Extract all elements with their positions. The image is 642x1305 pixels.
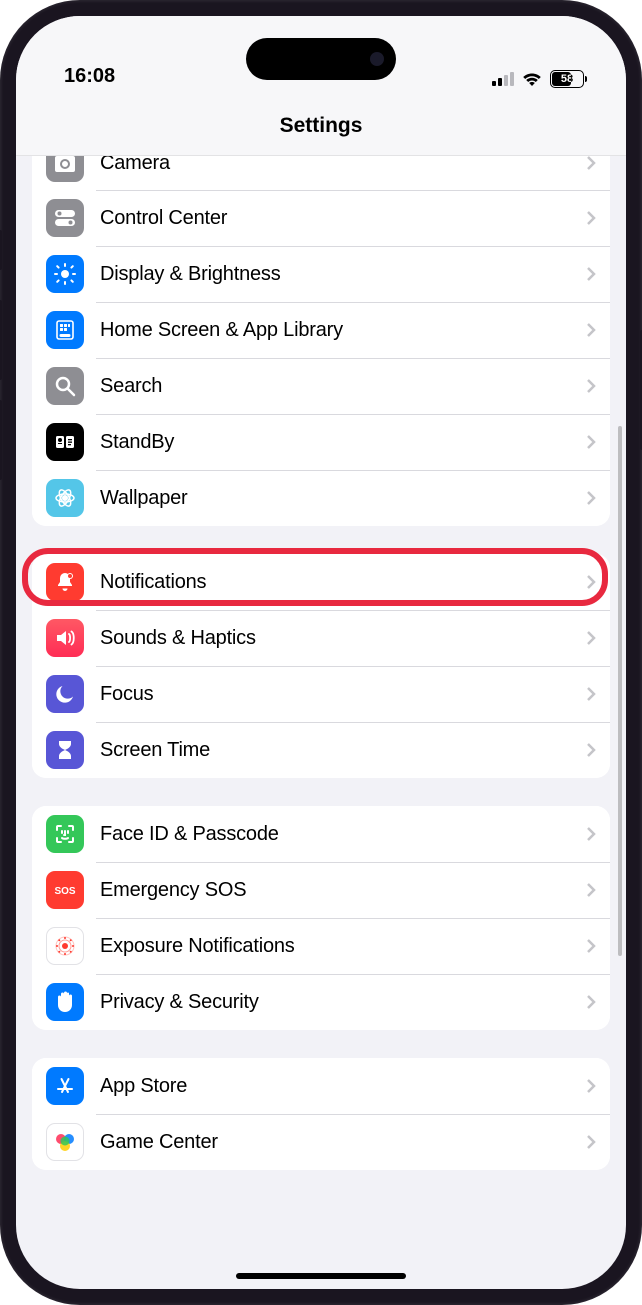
settings-row-app-store[interactable]: App Store bbox=[32, 1058, 610, 1114]
settings-section: Face ID & Passcode Emergency SOS Exposure … bbox=[32, 806, 610, 1030]
speaker-icon bbox=[46, 619, 84, 657]
chevron-right-icon bbox=[586, 686, 596, 702]
page-title: Settings bbox=[280, 114, 363, 138]
row-label: Home Screen & App Library bbox=[100, 319, 586, 342]
toggle-icon bbox=[46, 199, 84, 237]
volume-up-button bbox=[0, 300, 2, 380]
settings-row-focus[interactable]: Focus bbox=[32, 666, 610, 722]
settings-row-notifications[interactable]: Notifications bbox=[32, 554, 610, 610]
settings-row-screen-time[interactable]: Screen Time bbox=[32, 722, 610, 778]
row-label: StandBy bbox=[100, 431, 586, 454]
moon-icon bbox=[46, 675, 84, 713]
volume-down-button bbox=[0, 400, 2, 480]
camera-icon bbox=[46, 156, 84, 182]
row-label: Emergency SOS bbox=[100, 879, 586, 902]
faceid-icon bbox=[46, 815, 84, 853]
gamecenter-icon bbox=[46, 1123, 84, 1161]
wifi-icon bbox=[522, 72, 542, 87]
settings-row-game-center[interactable]: Game Center bbox=[32, 1114, 610, 1170]
settings-row-sounds-haptics[interactable]: Sounds & Haptics bbox=[32, 610, 610, 666]
row-label: Notifications bbox=[100, 571, 586, 594]
chevron-right-icon bbox=[586, 266, 596, 282]
row-label: Game Center bbox=[100, 1131, 586, 1154]
hourglass-icon bbox=[46, 731, 84, 769]
device-frame: 16:08 58 Settings Camera Control Center Di… bbox=[0, 0, 642, 1305]
chevron-right-icon bbox=[586, 938, 596, 954]
settings-row-privacy[interactable]: Privacy & Security bbox=[32, 974, 610, 1030]
status-time: 16:08 bbox=[64, 65, 115, 88]
homegrid-icon bbox=[46, 311, 84, 349]
screen: 16:08 58 Settings Camera Control Center Di… bbox=[16, 16, 626, 1289]
row-label: Exposure Notifications bbox=[100, 935, 586, 958]
row-label: Search bbox=[100, 375, 586, 398]
row-label: Sounds & Haptics bbox=[100, 627, 586, 650]
settings-list[interactable]: Camera Control Center Display & Brightness… bbox=[16, 156, 626, 1289]
settings-row-home-screen[interactable]: Home Screen & App Library bbox=[32, 302, 610, 358]
settings-row-face-id[interactable]: Face ID & Passcode bbox=[32, 806, 610, 862]
settings-section: Notifications Sounds & Haptics Focus Screen… bbox=[32, 554, 610, 778]
row-label: Face ID & Passcode bbox=[100, 823, 586, 846]
home-indicator[interactable] bbox=[236, 1273, 406, 1279]
settings-section: App Store Game Center bbox=[32, 1058, 610, 1170]
nav-header: Settings bbox=[16, 96, 626, 156]
row-label: Wallpaper bbox=[100, 487, 586, 510]
settings-row-search[interactable]: Search bbox=[32, 358, 610, 414]
chevron-right-icon bbox=[586, 882, 596, 898]
row-label: Privacy & Security bbox=[100, 991, 586, 1014]
chevron-right-icon bbox=[586, 210, 596, 226]
row-label: Screen Time bbox=[100, 739, 586, 762]
silent-switch bbox=[0, 230, 2, 270]
chevron-right-icon bbox=[586, 742, 596, 758]
battery-icon: 58 bbox=[550, 70, 584, 88]
dynamic-island bbox=[246, 38, 396, 80]
standby-icon bbox=[46, 423, 84, 461]
row-label: Display & Brightness bbox=[100, 263, 586, 286]
status-icons: 58 bbox=[492, 70, 584, 88]
search-icon bbox=[46, 367, 84, 405]
settings-row-control-center[interactable]: Control Center bbox=[32, 190, 610, 246]
settings-row-wallpaper[interactable]: Wallpaper bbox=[32, 470, 610, 526]
hand-icon bbox=[46, 983, 84, 1021]
row-label: Focus bbox=[100, 683, 586, 706]
battery-percent: 58 bbox=[551, 73, 583, 85]
settings-row-display-brightness[interactable]: Display & Brightness bbox=[32, 246, 610, 302]
scroll-indicator bbox=[618, 426, 622, 956]
chevron-right-icon bbox=[586, 574, 596, 590]
row-label: Camera bbox=[100, 156, 586, 175]
cellular-signal-icon bbox=[492, 72, 514, 86]
bell-icon bbox=[46, 563, 84, 601]
chevron-right-icon bbox=[586, 378, 596, 394]
chevron-right-icon bbox=[586, 156, 596, 171]
chevron-right-icon bbox=[586, 322, 596, 338]
settings-row-standby[interactable]: StandBy bbox=[32, 414, 610, 470]
chevron-right-icon bbox=[586, 1134, 596, 1150]
chevron-right-icon bbox=[586, 630, 596, 646]
settings-row-camera[interactable]: Camera bbox=[32, 156, 610, 190]
settings-section: Camera Control Center Display & Brightness… bbox=[32, 156, 610, 526]
row-label: Control Center bbox=[100, 207, 586, 230]
chevron-right-icon bbox=[586, 826, 596, 842]
wallpaper-icon bbox=[46, 479, 84, 517]
chevron-right-icon bbox=[586, 1078, 596, 1094]
exposure-icon bbox=[46, 927, 84, 965]
chevron-right-icon bbox=[586, 490, 596, 506]
row-label: App Store bbox=[100, 1075, 586, 1098]
appstore-icon bbox=[46, 1067, 84, 1105]
settings-row-exposure[interactable]: Exposure Notifications bbox=[32, 918, 610, 974]
settings-row-emergency-sos[interactable]: Emergency SOS bbox=[32, 862, 610, 918]
sos-icon bbox=[46, 871, 84, 909]
chevron-right-icon bbox=[586, 994, 596, 1010]
brightness-icon bbox=[46, 255, 84, 293]
chevron-right-icon bbox=[586, 434, 596, 450]
